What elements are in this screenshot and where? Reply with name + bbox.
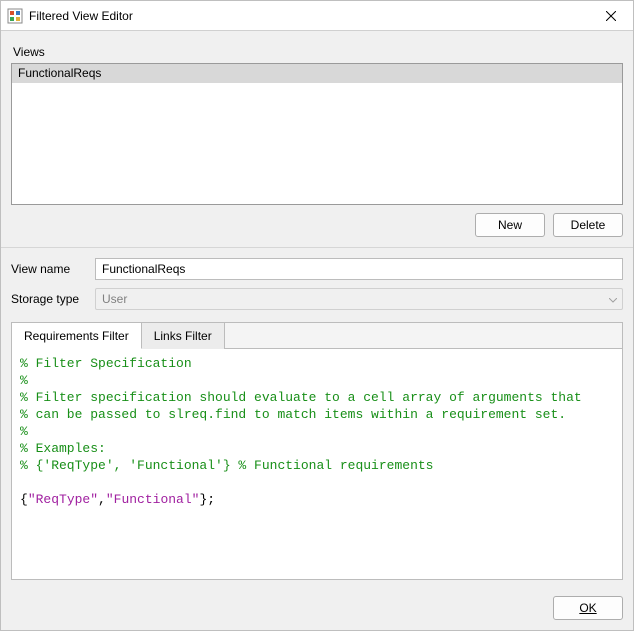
views-buttons-row: New Delete [11, 213, 623, 237]
view-name-input[interactable] [95, 258, 623, 280]
new-button[interactable]: New [475, 213, 545, 237]
dialog-footer: OK [1, 588, 633, 630]
close-button[interactable] [589, 1, 633, 31]
view-name-row: View name [11, 258, 623, 280]
filter-code-editor[interactable]: % Filter Specification % % Filter specif… [12, 349, 622, 579]
filtered-view-editor-window: Filtered View Editor Views FunctionalReq… [0, 0, 634, 631]
dialog-content: Views FunctionalReqs New Delete View nam… [1, 31, 633, 588]
view-name-label: View name [11, 262, 95, 276]
tab-requirements-filter[interactable]: Requirements Filter [12, 323, 142, 349]
close-icon [606, 11, 616, 21]
views-list[interactable]: FunctionalReqs [11, 63, 623, 205]
views-list-item[interactable]: FunctionalReqs [12, 64, 622, 83]
storage-type-select[interactable]: User [95, 288, 623, 310]
app-icon [7, 8, 23, 24]
window-title: Filtered View Editor [29, 9, 589, 23]
separator [1, 247, 633, 248]
filter-tabs-panel: Requirements FilterLinks Filter % Filter… [11, 322, 623, 580]
storage-type-label: Storage type [11, 292, 95, 306]
ok-button[interactable]: OK [553, 596, 623, 620]
tab-links-filter[interactable]: Links Filter [142, 323, 225, 349]
views-label: Views [13, 45, 623, 59]
storage-type-row: Storage type User [11, 288, 623, 310]
titlebar: Filtered View Editor [1, 1, 633, 31]
storage-type-value: User [95, 288, 623, 310]
tabs-header: Requirements FilterLinks Filter [12, 323, 622, 349]
delete-button[interactable]: Delete [553, 213, 623, 237]
